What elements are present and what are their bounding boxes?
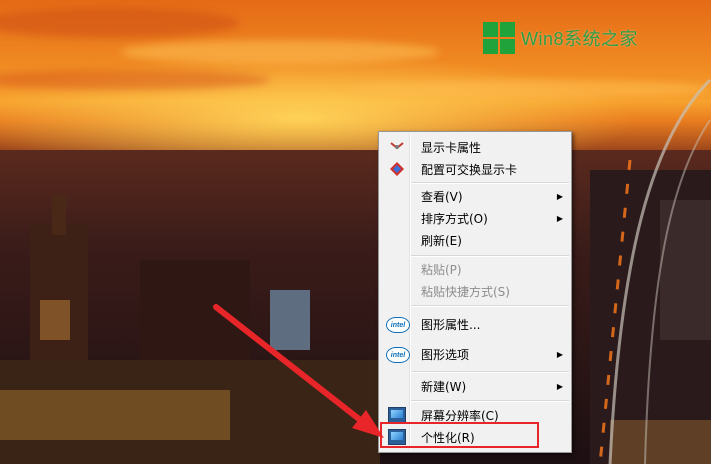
red-arrow-annotation [213,304,384,438]
